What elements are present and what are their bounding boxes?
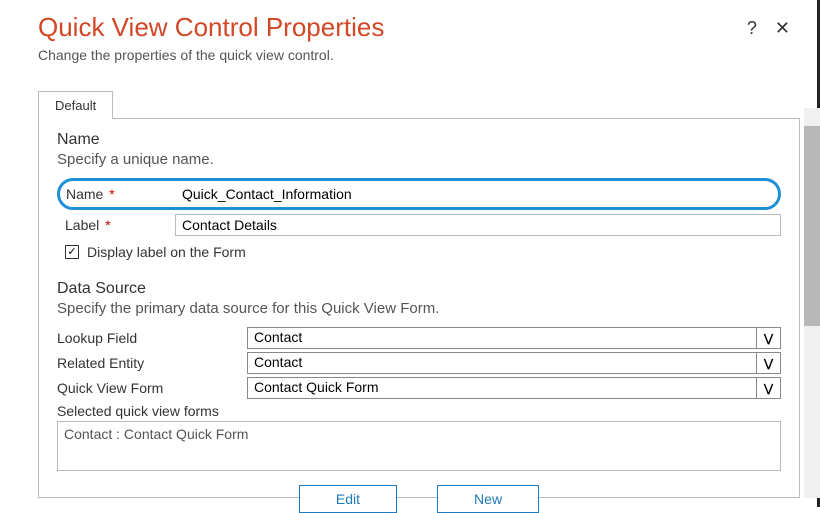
lookup-field-label: Lookup Field — [57, 330, 247, 346]
related-entity-row: Related Entity Contact ⋁ — [57, 352, 781, 374]
quick-view-form-select[interactable]: Contact Quick Form ⋁ — [247, 377, 781, 399]
check-icon: ✓ — [67, 247, 76, 258]
lookup-field-select[interactable]: Contact ⋁ — [247, 327, 781, 349]
lookup-field-row: Lookup Field Contact ⋁ — [57, 327, 781, 349]
new-button[interactable]: New — [437, 485, 539, 513]
label-input[interactable] — [175, 214, 781, 236]
display-label-row: ✓ Display label on the Form — [57, 244, 781, 260]
tab-default[interactable]: Default — [38, 91, 113, 119]
help-icon[interactable]: ? — [747, 18, 757, 39]
header-row: Quick View Control Properties Change the… — [38, 12, 800, 91]
close-icon[interactable]: ✕ — [775, 18, 790, 39]
selected-forms-list[interactable]: Contact : Contact Quick Form — [57, 421, 781, 471]
data-source-group: Data Source Specify the primary data sou… — [57, 280, 781, 513]
selected-forms-item: Contact : Contact Quick Form — [64, 426, 248, 442]
display-label-checkbox[interactable]: ✓ — [65, 245, 79, 259]
dialog-body: Quick View Control Properties Change the… — [0, 0, 820, 507]
name-description: Specify a unique name. — [57, 151, 781, 168]
data-source-description: Specify the primary data source for this… — [57, 300, 781, 317]
display-label-text: Display label on the Form — [87, 244, 246, 260]
header-text: Quick View Control Properties Change the… — [38, 12, 384, 91]
chevron-down-icon: ⋁ — [756, 378, 780, 398]
label-row: Label * — [57, 214, 781, 236]
quick-view-form-value: Contact Quick Form — [248, 378, 756, 398]
selected-forms-label: Selected quick view forms — [57, 403, 781, 419]
related-entity-select[interactable]: Contact ⋁ — [247, 352, 781, 374]
name-input[interactable] — [176, 183, 772, 205]
tab-strip: Default — [38, 91, 800, 119]
tab-panel-default: Name Specify a unique name. Name * Label… — [38, 118, 800, 498]
required-marker: * — [105, 217, 110, 233]
quick-view-form-label: Quick View Form — [57, 380, 247, 396]
name-group: Name Specify a unique name. Name * Label… — [57, 131, 781, 260]
quick-view-form-row: Quick View Form Contact Quick Form ⋁ — [57, 377, 781, 399]
name-row-highlight: Name * — [57, 178, 781, 210]
lookup-field-value: Contact — [248, 328, 756, 348]
data-source-heading: Data Source — [57, 280, 781, 298]
form-button-row: Edit New — [57, 485, 781, 513]
header-icons: ? ✕ — [747, 12, 800, 39]
related-entity-value: Contact — [248, 353, 756, 373]
label-field-label: Label * — [65, 217, 175, 233]
label-label-text: Label — [65, 217, 99, 233]
related-entity-label: Related Entity — [57, 355, 247, 371]
name-label-text: Name — [66, 186, 103, 202]
scrollbar-thumb[interactable] — [804, 126, 820, 326]
name-field-label: Name * — [66, 186, 176, 202]
page-subtitle: Change the properties of the quick view … — [38, 47, 384, 63]
page-title: Quick View Control Properties — [38, 12, 384, 43]
edit-button[interactable]: Edit — [299, 485, 397, 513]
scrollbar[interactable]: ⌃ — [800, 108, 820, 498]
required-marker: * — [109, 186, 114, 202]
chevron-down-icon: ⋁ — [756, 353, 780, 373]
chevron-down-icon: ⋁ — [756, 328, 780, 348]
name-heading: Name — [57, 131, 781, 149]
